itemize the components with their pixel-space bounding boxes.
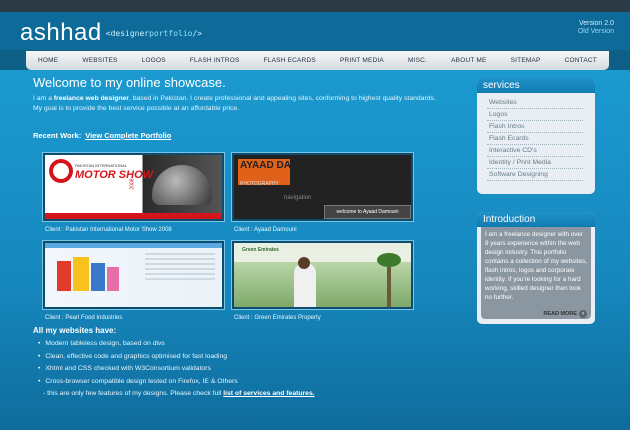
work-thumb-pearl-food[interactable]: Client : Pearl Food Industries bbox=[42, 240, 225, 321]
nav-print-media[interactable]: PRINT MEDIA bbox=[340, 57, 384, 64]
intro-text: I am a freelance web designer, based in … bbox=[33, 95, 436, 112]
person-image bbox=[294, 263, 316, 307]
shot-welcome-text: welcome to Ayaad Damouni bbox=[324, 205, 411, 219]
service-item-flash-ecards[interactable]: Flash Ecards bbox=[487, 133, 583, 145]
work-screenshot: AYAAD DAMOUNI PHOTOGRAPHY navigation wel… bbox=[234, 155, 411, 219]
feature-item: Xhtml and CSS checked with W3Consortium … bbox=[38, 363, 315, 376]
motor-show-logo-icon bbox=[49, 159, 73, 183]
nav-flash-ecards[interactable]: FLASH ECARDS bbox=[264, 57, 316, 64]
product-box-pink bbox=[107, 267, 119, 291]
introduction-text: I am a freelance designer with over 8 ye… bbox=[481, 227, 591, 319]
nav-contact[interactable]: CONTACT bbox=[565, 57, 597, 64]
shot-year: 2008 bbox=[129, 178, 136, 190]
shot-small-text: PAKISTAN INTERNATIONAL bbox=[75, 163, 128, 168]
logo-text: ashhad bbox=[20, 19, 102, 46]
feature-item: Modern tableless design, based on divs bbox=[38, 338, 315, 351]
services-features-link[interactable]: list of services and features. bbox=[223, 390, 314, 397]
features-list: Modern tableless design, based on divs C… bbox=[38, 338, 315, 401]
shot-topbar bbox=[45, 243, 222, 248]
nav-flash-intros[interactable]: FLASH INTROS bbox=[190, 57, 240, 64]
services-title: services bbox=[477, 78, 595, 93]
service-item-logos[interactable]: Logos bbox=[487, 109, 583, 121]
service-item-flash-intros[interactable]: Flash Intros bbox=[487, 121, 583, 133]
services-list: Websites Logos Flash Intros Flash Ecards… bbox=[487, 97, 583, 181]
shot-brand: Green Emirates bbox=[242, 247, 279, 253]
site-header: ashhad <designerportfolio/> Version 2.0 O… bbox=[0, 12, 630, 50]
work-thumb-ayaad-damouni[interactable]: AYAAD DAMOUNI PHOTOGRAPHY navigation wel… bbox=[231, 152, 414, 233]
feature-item: Cross-browser compatible design tested o… bbox=[38, 376, 315, 389]
recent-work-heading: Recent Work: View Complete Portfolio bbox=[33, 131, 172, 140]
work-caption: Client : Pearl Food Industries bbox=[45, 315, 123, 321]
product-box-blue bbox=[91, 263, 105, 291]
work-screenshot bbox=[45, 243, 222, 307]
service-item-software[interactable]: Software Designing bbox=[487, 169, 583, 181]
product-box-yellow bbox=[73, 257, 89, 291]
nav-websites[interactable]: WEBSITES bbox=[82, 57, 117, 64]
view-portfolio-link[interactable]: View Complete Portfolio bbox=[85, 131, 171, 140]
work-caption: Client : Pakistan International Motor Sh… bbox=[45, 227, 172, 233]
introduction-title: Introduction bbox=[477, 212, 595, 227]
car-image bbox=[152, 165, 212, 205]
features-note: - this are only few features of my desig… bbox=[43, 390, 315, 397]
service-item-websites[interactable]: Websites bbox=[487, 97, 583, 109]
page-title: Welcome to my online showcase. bbox=[33, 75, 226, 90]
work-screenshot: PAKISTAN INTERNATIONAL MOTOR SHOW 2008 bbox=[45, 155, 222, 219]
work-caption: Client : Ayaad Damouni bbox=[234, 227, 297, 233]
nav-logos[interactable]: LOGOS bbox=[142, 57, 166, 64]
nav-home[interactable]: HOME bbox=[38, 57, 58, 64]
work-thumb-motor-show[interactable]: PAKISTAN INTERNATIONAL MOTOR SHOW 2008 C… bbox=[42, 152, 225, 233]
shot-title: MOTOR SHOW bbox=[75, 169, 154, 181]
shot-subtitle: PHOTOGRAPHY bbox=[240, 181, 279, 187]
shot-text-lines bbox=[145, 253, 215, 255]
old-version-link[interactable]: Old Version bbox=[578, 28, 614, 36]
main-content: Welcome to my online showcase. I am a fr… bbox=[0, 70, 630, 430]
logo-tagline: <designerportfolio/> bbox=[105, 29, 203, 38]
shot-red-bar bbox=[45, 213, 222, 219]
nav-misc[interactable]: MISC. bbox=[408, 57, 427, 64]
version-info: Version 2.0 Old Version bbox=[578, 20, 614, 36]
version-label: Version 2.0 bbox=[578, 20, 614, 27]
service-item-identity-print[interactable]: Identity / Print Media bbox=[487, 157, 583, 169]
nav-about-me[interactable]: ABOUT ME bbox=[451, 57, 486, 64]
top-strip bbox=[0, 0, 630, 12]
shot-nav-label: navigation bbox=[284, 195, 312, 201]
shot-title: AYAAD DAMOUNI bbox=[240, 160, 325, 171]
main-nav: HOME WEBSITES LOGOS FLASH INTROS FLASH E… bbox=[26, 51, 609, 70]
work-caption: Client : Green Emirates Property bbox=[234, 315, 321, 321]
read-more-label: READ MORE bbox=[543, 311, 577, 317]
product-box-red bbox=[57, 261, 71, 291]
site-logo[interactable]: ashhad <designerportfolio/> bbox=[20, 19, 202, 47]
features-heading: All my websites have: bbox=[33, 326, 117, 335]
introduction-panel: Introduction I am a freelance designer w… bbox=[477, 212, 595, 324]
feature-item: Clean, effective code and graphics optim… bbox=[38, 351, 315, 364]
arrow-right-icon: › bbox=[579, 310, 587, 318]
nav-sitemap[interactable]: SITEMAP bbox=[511, 57, 541, 64]
work-screenshot: Green Emirates bbox=[234, 243, 411, 307]
palm-trunk bbox=[387, 261, 391, 307]
person-head bbox=[298, 257, 310, 269]
service-item-interactive-cds[interactable]: Interactive CD's bbox=[487, 145, 583, 157]
palm-leaves bbox=[377, 253, 401, 267]
work-thumb-green-emirates[interactable]: Green Emirates Client : Green Emirates P… bbox=[231, 240, 414, 321]
services-panel: services Websites Logos Flash Intros Fla… bbox=[477, 78, 595, 194]
read-more-button[interactable]: READ MORE › bbox=[543, 310, 587, 318]
